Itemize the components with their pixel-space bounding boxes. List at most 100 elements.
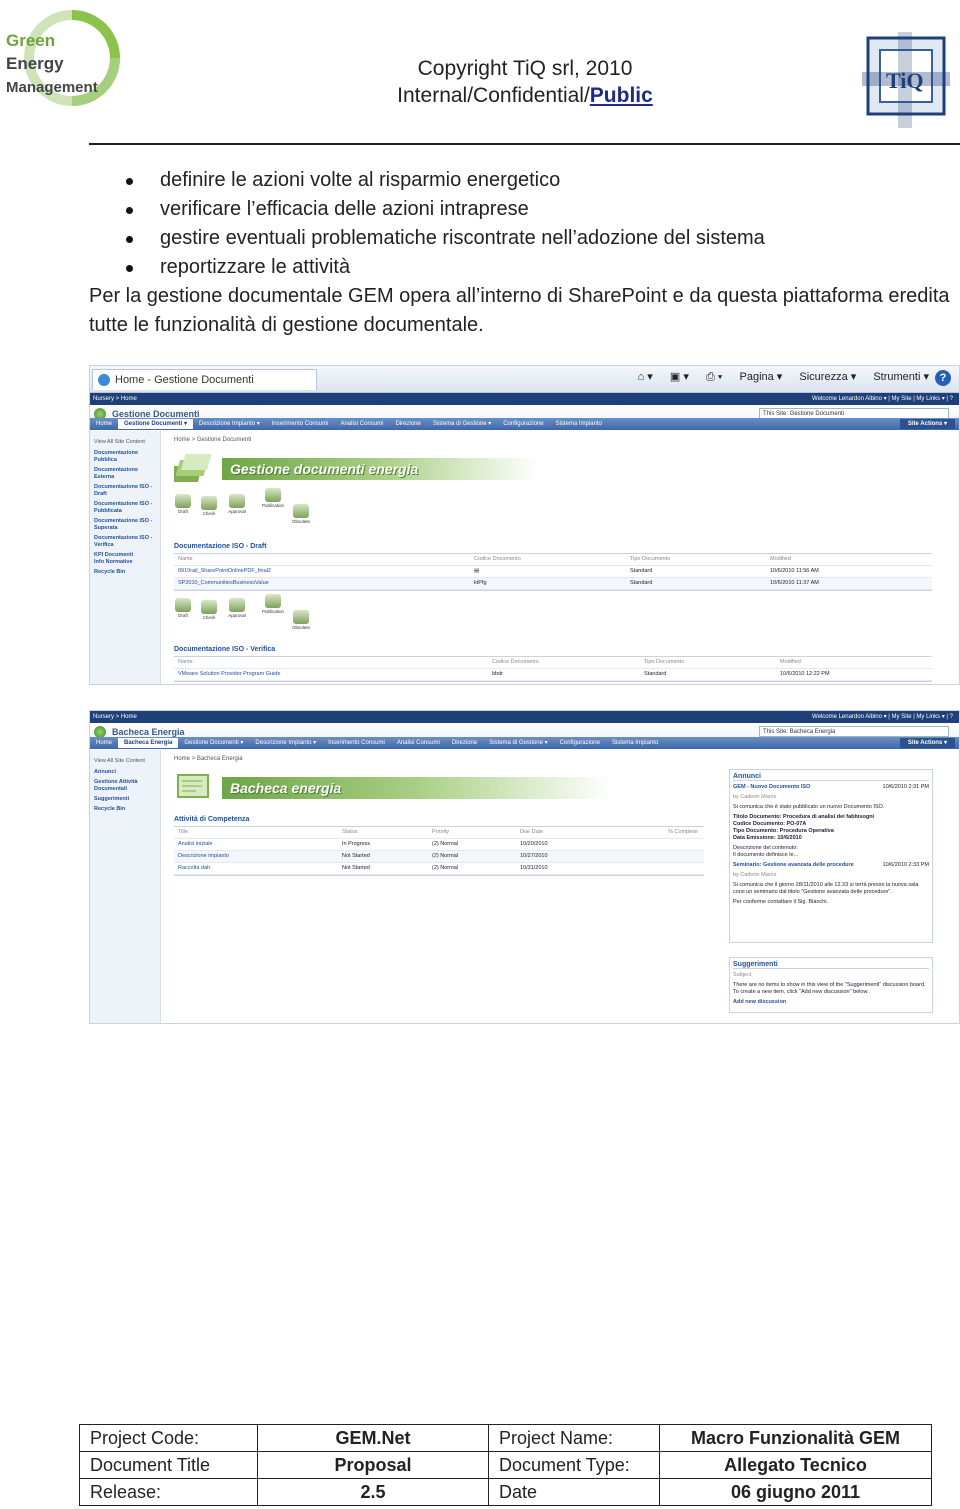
user-links[interactable]: Welcome Lenardon Albino ▾ | My Site | My… xyxy=(812,393,953,405)
workflow-step-check: Check xyxy=(198,600,220,620)
nav-item[interactable]: Sistema Impianto xyxy=(550,421,608,427)
nav-item[interactable]: Inserimento Consumi xyxy=(266,421,335,427)
label-cell: Release: xyxy=(79,1478,258,1506)
quick-launch-item[interactable]: Documentazione ISO - Verifica xyxy=(90,535,160,549)
list-header: Title Status Priority Due Date % Complet… xyxy=(174,827,704,839)
table-row[interactable]: VMware Solution Provider Program Guide b… xyxy=(174,669,932,681)
top-breadcrumb[interactable]: Nursery > Home xyxy=(93,393,137,405)
view-all-link[interactable]: View All Site Content xyxy=(90,758,160,765)
noticeboard-icon xyxy=(177,774,209,798)
tools-menu[interactable]: Strumenti ▾ xyxy=(873,371,929,383)
nav-item[interactable]: Home xyxy=(90,740,118,746)
quick-launch-item[interactable]: Suggerimenti xyxy=(90,796,160,803)
label-cell: Date xyxy=(488,1478,660,1506)
table-row[interactable]: Descrizione impianto Not Started (2) Nor… xyxy=(174,851,704,863)
quick-launch-item[interactable]: Documentazione Esterna xyxy=(90,467,160,481)
classification-prefix: Internal/Confidential/ xyxy=(397,84,590,107)
nav-item[interactable]: Analisi Consumi xyxy=(391,740,446,746)
recycle-bin-link[interactable]: Recycle Bin xyxy=(90,569,160,576)
suggerimenti-title[interactable]: Suggerimenti xyxy=(733,961,929,969)
logo-line-3: Management xyxy=(6,79,98,96)
quick-launch-item[interactable]: KPI Documenti xyxy=(90,552,160,559)
nav-item[interactable]: Home xyxy=(90,421,118,427)
bullet-item: reportizzare le attività xyxy=(120,253,940,282)
workflow-step-draft: Draft xyxy=(172,494,194,514)
label-cell: Project Code: xyxy=(79,1424,258,1452)
annunci-title[interactable]: Annunci xyxy=(733,773,929,781)
nav-item[interactable]: Sistema di Gestione ▾ xyxy=(427,421,497,427)
view-all-link[interactable]: View All Site Content xyxy=(90,439,160,446)
nav-item[interactable]: Sistema Impianto xyxy=(606,740,664,746)
workflow-diagram: Draft Check Approval Publication Obsolet… xyxy=(172,594,332,638)
quick-launch: View All Site Content Documentazione Pub… xyxy=(90,431,161,684)
top-breadcrumb[interactable]: Nursery > Home xyxy=(93,711,137,723)
value-cell: Macro Funzionalità GEM xyxy=(659,1424,932,1452)
copyright-text: Copyright TiQ srl, 2010 xyxy=(417,57,633,80)
nav-item[interactable]: Descrizione Impianto ▾ xyxy=(193,421,266,427)
nav-item-selected[interactable]: Bacheca Energia xyxy=(118,738,179,748)
nav-item[interactable]: Analisi Consumi xyxy=(334,421,389,427)
nav-item-selected[interactable]: Gestione Documenti ▾ xyxy=(118,419,194,429)
nav-item[interactable]: Sistema di Gestione ▾ xyxy=(483,740,553,746)
suggerimenti-web-part: Suggerimenti Subject There are no items … xyxy=(729,957,933,1013)
nav-item[interactable]: Inserimento Consumi xyxy=(322,740,391,746)
site-actions-button[interactable]: Site Actions ▾ xyxy=(899,419,955,429)
page-breadcrumb[interactable]: Home > Gestione Documenti xyxy=(174,437,251,443)
classification-public: Public xyxy=(589,84,653,107)
annunci-web-part: Annunci GEM - Nuovo Documento ISO 10/6/2… xyxy=(729,769,933,943)
publication-icon xyxy=(265,488,281,502)
quick-launch-item[interactable]: Info Normative xyxy=(90,559,160,566)
quick-launch-item[interactable]: Annunci xyxy=(90,769,160,776)
tasks-title[interactable]: Attività di Competenza xyxy=(174,816,249,823)
quick-launch-item[interactable]: Gestione Attività Documentali xyxy=(90,779,160,793)
obsolete-icon xyxy=(293,610,309,624)
add-new-discussion-link[interactable]: Add new discussion xyxy=(733,999,929,1006)
nav-item[interactable]: Gestione Documenti ▾ xyxy=(178,740,249,746)
draft-icon xyxy=(175,494,191,508)
publication-icon xyxy=(265,594,281,608)
workflow-step-publication: Publication xyxy=(262,594,284,614)
announcement-title[interactable]: GEM - Nuovo Documento ISO xyxy=(733,784,810,790)
recycle-bin-link[interactable]: Recycle Bin xyxy=(90,806,160,813)
table-row[interactable]: Raccolta dati Not Started (2) Normal 10/… xyxy=(174,863,704,875)
announcement-title[interactable]: Seminario: Gestione avanzata delle proce… xyxy=(733,862,854,868)
nav-item[interactable]: Descrizione Impianto ▾ xyxy=(249,740,322,746)
body-paragraph: Per la gestione documentale GEM opera al… xyxy=(89,285,950,336)
page-menu[interactable]: Pagina ▾ xyxy=(740,371,783,383)
workflow-step-obsolete: Obsolete xyxy=(290,610,312,630)
nav-item[interactable]: Direzione xyxy=(446,740,483,746)
list-draft: Name Codice Documento Tipo Documento Mod… xyxy=(174,553,932,591)
value-cell: Allegato Tecnico xyxy=(659,1451,932,1479)
approval-icon xyxy=(229,598,245,612)
security-menu[interactable]: Sicurezza ▾ xyxy=(799,371,856,383)
document-icon: ▤ xyxy=(474,568,480,574)
workflow-step-approval: Approval xyxy=(226,494,248,514)
table-row: Document Title Proposal Document Type: A… xyxy=(79,1451,932,1479)
value-cell: 06 giugno 2011 xyxy=(659,1478,932,1506)
home-icon[interactable]: ⌂ ▾ xyxy=(638,371,653,383)
page-breadcrumb[interactable]: Home > Bacheca Energia xyxy=(174,756,243,762)
user-links[interactable]: Welcome Lenardon Albino ▾ | My Site | My… xyxy=(812,711,953,723)
list-title-draft[interactable]: Documentazione ISO - Draft xyxy=(174,543,267,550)
table-row[interactable]: Analisi iniziale In Progress (2) Normal … xyxy=(174,839,704,851)
nav-item[interactable]: Direzione xyxy=(389,421,426,427)
approval-icon xyxy=(229,494,245,508)
list-title-verifica[interactable]: Documentazione ISO - Verifica xyxy=(174,646,275,653)
quick-launch-item[interactable]: Documentazione ISO - Superata xyxy=(90,518,160,532)
table-row[interactable]: 0910rail_SharePointOnlinePDF_final2 ▤ St… xyxy=(174,566,932,578)
rss-icon[interactable]: ▣ ▾ xyxy=(670,371,689,383)
sharepoint-top-bar: Nursery > Home Welcome Lenardon Albino ▾… xyxy=(90,711,959,723)
site-actions-button[interactable]: Site Actions ▾ xyxy=(899,738,955,748)
print-icon[interactable]: ⎙ ▾ xyxy=(706,371,722,383)
help-icon[interactable]: ? xyxy=(935,370,951,386)
quick-launch-item[interactable]: Documentazione Pubblica xyxy=(90,450,160,464)
nav-item[interactable]: Configurazione xyxy=(497,421,549,427)
list-header: Name Codice Documento Tipo Documento Mod… xyxy=(174,657,932,669)
quick-launch-item[interactable]: Documentazione ISO - Draft xyxy=(90,484,160,498)
nav-item[interactable]: Configurazione xyxy=(554,740,606,746)
quick-launch-item[interactable]: Documentazione ISO - Pubblicata xyxy=(90,501,160,515)
search-input[interactable]: This Site: Bacheca Energia xyxy=(759,726,949,737)
logo-line-1: Green xyxy=(6,31,55,50)
table-row[interactable]: SP2010_CommunitiesBusinessValue ktPfg St… xyxy=(174,578,932,590)
browser-tab[interactable]: Home - Gestione Documenti xyxy=(92,369,317,390)
